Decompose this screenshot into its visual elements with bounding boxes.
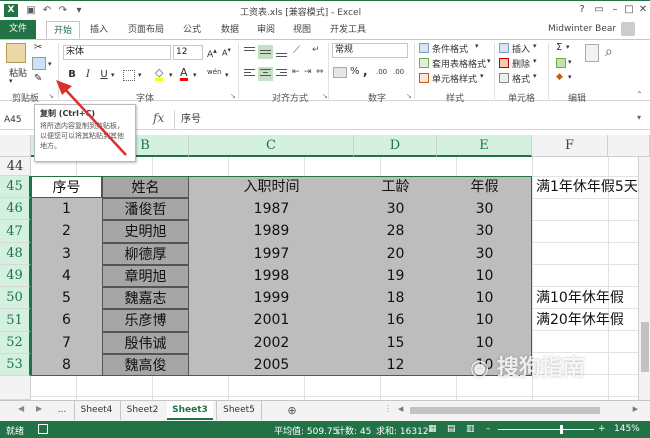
annotation-arrow bbox=[56, 80, 127, 156]
